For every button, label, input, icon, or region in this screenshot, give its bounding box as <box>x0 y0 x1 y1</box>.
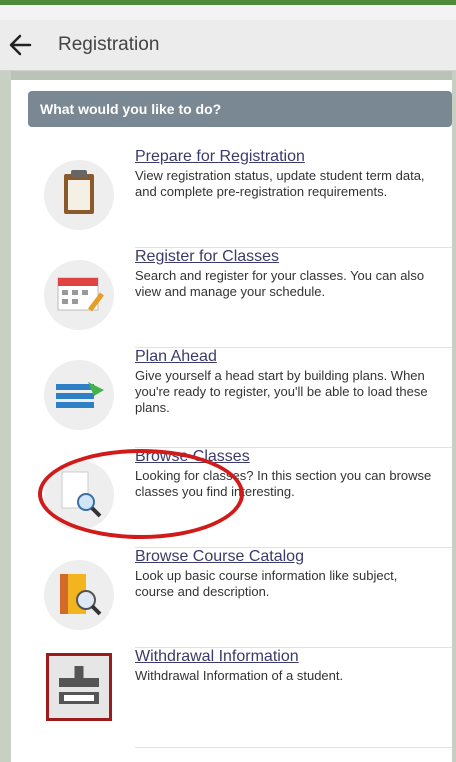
left-edge <box>0 71 11 762</box>
withdrawal-icon <box>46 653 112 721</box>
status-bar <box>0 0 456 20</box>
browse-classes-link[interactable]: Browse Classes <box>135 448 250 466</box>
plan-icon <box>44 360 114 430</box>
list-item-prepare-registration: Prepare for Registration View registrati… <box>38 148 452 248</box>
plan-ahead-description: Give yourself a head start by building p… <box>135 368 428 415</box>
browse-catalog-description: Look up basic course information like su… <box>135 568 398 599</box>
register-classes-link[interactable]: Register for Classes <box>135 248 279 266</box>
clipboard-icon <box>44 160 114 230</box>
register-classes-description: Search and register for your classes. Yo… <box>135 268 425 299</box>
item-divider <box>135 747 452 748</box>
section-header: What would you like to do? <box>28 91 452 127</box>
list-item-browse-classes: Browse Classes Looking for classes? In t… <box>38 448 452 548</box>
list-item-register-classes: Register for Classes Search and register… <box>38 248 452 348</box>
top-accent-strip <box>0 0 456 5</box>
main-panel: What would you like to do? Prepare for R… <box>11 80 452 762</box>
page-title: Registration <box>58 34 160 55</box>
right-edge <box>452 71 456 762</box>
catalog-icon <box>44 560 114 630</box>
list-item-plan-ahead: Plan Ahead Give yourself a head start by… <box>38 348 452 448</box>
magnifier-document-icon <box>44 460 114 530</box>
browse-catalog-link[interactable]: Browse Course Catalog <box>135 548 304 566</box>
prepare-registration-description: View registration status, update student… <box>135 168 425 199</box>
prepare-registration-link[interactable]: Prepare for Registration <box>135 148 305 166</box>
app-header: Registration <box>0 20 456 71</box>
list-item-browse-catalog: Browse Course Catalog Look up basic cour… <box>38 548 452 648</box>
back-arrow-icon <box>9 34 32 56</box>
list-item-withdrawal: Withdrawal Information Withdrawal Inform… <box>38 648 452 748</box>
withdrawal-description: Withdrawal Information of a student. <box>135 668 344 683</box>
browse-classes-description: Looking for classes? In this section you… <box>135 468 432 499</box>
calendar-icon <box>44 260 114 330</box>
back-button[interactable] <box>4 26 44 64</box>
plan-ahead-link[interactable]: Plan Ahead <box>135 348 217 366</box>
withdrawal-link[interactable]: Withdrawal Information <box>135 648 299 666</box>
